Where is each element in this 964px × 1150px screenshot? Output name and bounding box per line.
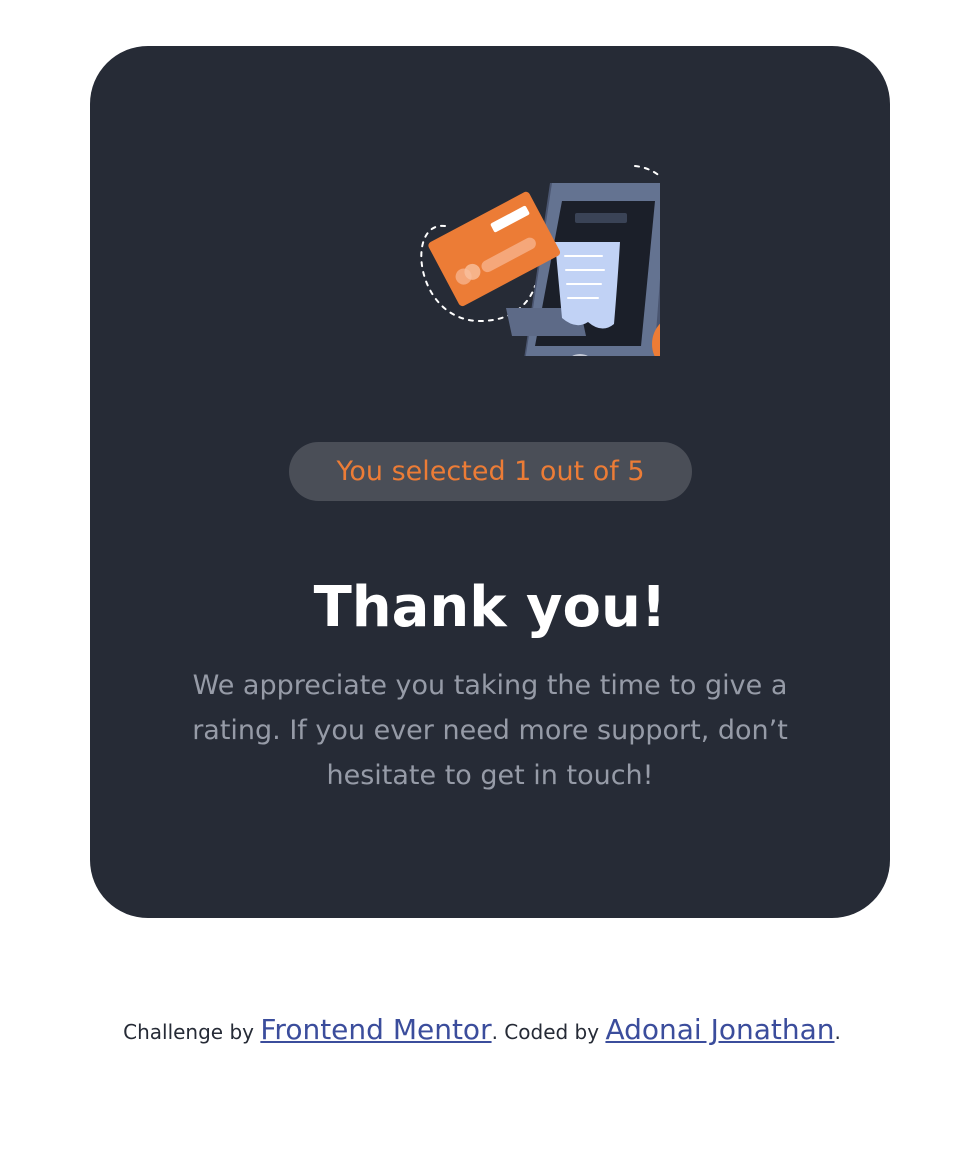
attribution-footer: Challenge by Frontend Mentor. Coded by A… [0, 1008, 964, 1054]
frontend-mentor-link[interactable]: Frontend Mentor [260, 1013, 491, 1046]
author-link[interactable]: Adonai Jonathan [605, 1013, 834, 1046]
thank-you-title: Thank you! [313, 575, 667, 640]
attribution-middle: . Coded by [491, 1020, 606, 1044]
rating-selection-badge: You selected 1 out of 5 [289, 442, 692, 501]
rating-selection-text: You selected 1 out of 5 [336, 456, 645, 487]
thank-you-card: You selected 1 out of 5 Thank you! We ap… [90, 46, 890, 918]
thank-you-description: We appreciate you taking the time to giv… [192, 670, 788, 791]
payment-phone-illustration [420, 165, 660, 356]
attribution-prefix: Challenge by [123, 1020, 261, 1044]
attribution-suffix: . [834, 1020, 841, 1044]
